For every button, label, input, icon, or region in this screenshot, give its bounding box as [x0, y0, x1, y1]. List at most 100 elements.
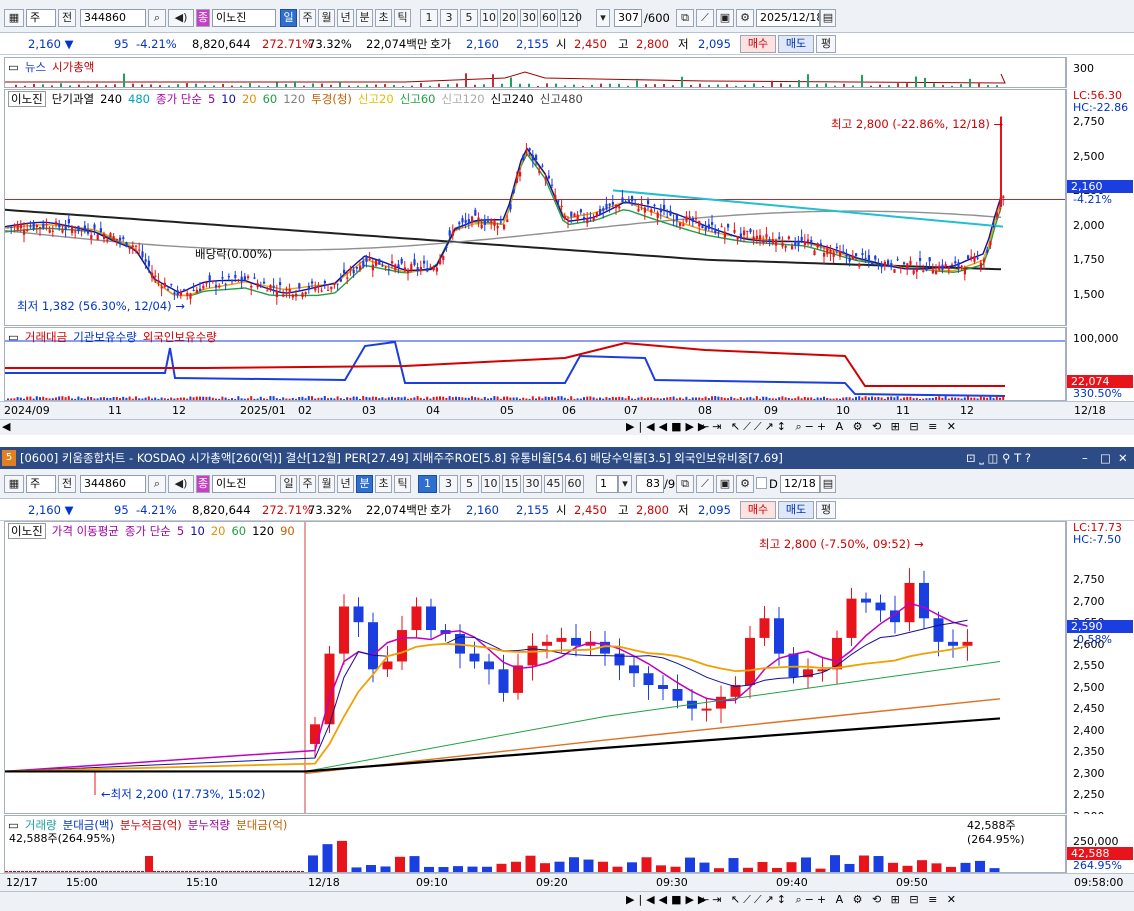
period-tab-2[interactable]: 월	[318, 9, 335, 27]
dropdown-icon[interactable]: ▾	[618, 475, 632, 493]
dropdown-icon[interactable]: ▾	[596, 9, 610, 27]
period-tab-2[interactable]: 월	[318, 475, 335, 493]
volume-bar	[288, 398, 291, 400]
interval-button-4[interactable]: 20	[500, 9, 518, 27]
drawing-tools-icon[interactable]: ⇤⇥ ↖⟋⟋↗↕ ⌕−+ A ⚙ ⟲ ⊞ ⊟ ≡ ✕	[700, 420, 959, 434]
volume-bar	[786, 862, 797, 872]
buy-button[interactable]: 매수	[740, 35, 776, 53]
market-select[interactable]: 주	[26, 9, 56, 27]
stock-code-input[interactable]: 344860	[80, 475, 146, 493]
chart-icon[interactable]: ▦	[4, 9, 24, 27]
settings-icon[interactable]: ⚙	[736, 475, 754, 493]
period-tab-3[interactable]: 년	[337, 9, 354, 27]
period-tab-3[interactable]: 년	[337, 475, 354, 493]
candle-type-icon[interactable]: ⧉	[676, 9, 694, 27]
sell-button[interactable]: 매도	[778, 35, 814, 53]
period-tab-0[interactable]: 일	[280, 9, 297, 27]
close-icon[interactable]: ✕	[1118, 447, 1128, 469]
interval-button-4[interactable]: 15	[502, 475, 521, 493]
save-icon[interactable]: ▣	[716, 9, 734, 27]
stock-name-field[interactable]: 이노진	[212, 475, 276, 493]
market-select[interactable]: 주	[26, 475, 56, 493]
evaluate-button[interactable]: 평	[816, 501, 836, 519]
period-tab-6[interactable]: 틱	[394, 475, 411, 493]
data-count-input[interactable]: 83	[636, 475, 664, 493]
period-tab-1[interactable]: 주	[299, 9, 316, 27]
interval-button-6[interactable]: 45	[544, 475, 563, 493]
nav-controls[interactable]: ▶|◀◀■▶▶	[626, 420, 710, 433]
board-button[interactable]: 전	[58, 9, 76, 27]
interval-button-3[interactable]: 10	[481, 475, 500, 493]
period-tab-0[interactable]: 일	[280, 475, 297, 493]
period-tab-6[interactable]: 틱	[394, 9, 411, 27]
settings-icon[interactable]: ⚙	[736, 9, 754, 27]
candle-body	[538, 170, 541, 173]
data-count-input[interactable]: 307	[614, 9, 642, 27]
stock-name-field[interactable]: 이노진	[212, 9, 276, 27]
scroll-left-icon[interactable]: ◀	[2, 420, 10, 433]
sell-button[interactable]: 매도	[778, 501, 814, 519]
interval-button-5[interactable]: 30	[523, 475, 542, 493]
unit-input[interactable]: 1	[596, 475, 618, 493]
draw-tool-icon[interactable]: ⟋	[696, 475, 714, 493]
volume-bar	[728, 858, 739, 872]
volume-bar	[135, 396, 137, 400]
speaker-icon[interactable]: ◀)	[168, 475, 194, 493]
buy-button[interactable]: 매수	[740, 501, 776, 519]
price-axis-tick: 2,750	[1073, 573, 1105, 586]
interval-button-0[interactable]: 1	[420, 9, 438, 27]
draw-tool-icon[interactable]: ⟋	[696, 9, 714, 27]
date-checkbox[interactable]	[756, 477, 767, 489]
interval-button-1[interactable]: 3	[440, 9, 458, 27]
period-tab-5[interactable]: 초	[375, 475, 392, 493]
period-tab-4[interactable]: 분	[356, 475, 373, 493]
holdings-axis-label: 100,000	[1073, 332, 1119, 345]
news-bar	[528, 83, 530, 87]
maximize-icon[interactable]: □	[1100, 447, 1111, 469]
calendar-icon[interactable]: ▤	[820, 9, 836, 27]
interval-button-3[interactable]: 10	[480, 9, 498, 27]
window-tools-icon[interactable]: ⊡ ⎵ ◫ ⚲ T ?	[966, 447, 1031, 469]
calendar-icon[interactable]: ▤	[820, 475, 836, 493]
candle-body	[71, 227, 74, 234]
chart-icon[interactable]: ▦	[4, 475, 24, 493]
evaluate-button[interactable]: 평	[816, 35, 836, 53]
stock-code-input[interactable]: 344860	[80, 9, 146, 27]
candle-body	[160, 286, 163, 289]
search-icon[interactable]: ⌕	[148, 9, 166, 27]
board-button[interactable]: 전	[58, 475, 76, 493]
volume-bar	[266, 398, 269, 400]
window-title: [0600] 키움종합차트 - KOSDAQ 시가총액[260(억)] 결산[1…	[20, 451, 783, 465]
candle-body	[224, 283, 227, 285]
minimize-icon[interactable]: –	[1082, 447, 1088, 469]
news-bar	[591, 84, 593, 87]
interval-button-0[interactable]: 1	[418, 475, 437, 493]
volume-bar	[540, 863, 550, 872]
minute-scroll-bar[interactable]: ▶|◀◀■▶▶ ⇤⇥ ↖⟋⟋↗↕ ⌕−+ A ⚙ ⟲ ⊞ ⊟ ≡ ✕	[0, 891, 1134, 911]
speaker-icon[interactable]: ◀)	[168, 9, 194, 27]
candle-body	[672, 688, 683, 701]
date-input[interactable]: 2025/12/18	[756, 9, 820, 27]
interval-button-6[interactable]: 60	[540, 9, 558, 27]
nav-controls[interactable]: ▶|◀◀■▶▶	[626, 893, 710, 906]
volume-bar	[752, 398, 755, 400]
period-tab-1[interactable]: 주	[299, 475, 316, 493]
period-tab-5[interactable]: 초	[375, 9, 392, 27]
daily-scroll-bar[interactable]: ◀ ▶|◀◀■▶▶ ⇤⇥ ↖⟋⟋↗↕ ⌕−+ A ⚙ ⟲ ⊞ ⊟ ≡ ✕	[0, 419, 1134, 435]
interval-button-2[interactable]: 5	[460, 475, 479, 493]
interval-button-1[interactable]: 3	[439, 475, 458, 493]
drawing-tools-icon[interactable]: ⇤⇥ ↖⟋⟋↗↕ ⌕−+ A ⚙ ⟲ ⊞ ⊟ ≡ ✕	[700, 893, 959, 907]
interval-button-7[interactable]: 60	[565, 475, 584, 493]
candle-body	[509, 204, 512, 210]
interval-button-2[interactable]: 5	[460, 9, 478, 27]
date-input[interactable]: 12/18	[780, 475, 820, 493]
volume-bar	[576, 398, 579, 400]
candle-body	[464, 219, 467, 223]
candle-type-icon[interactable]: ⧉	[676, 475, 694, 493]
period-tab-4[interactable]: 분	[356, 9, 373, 27]
interval-button-7[interactable]: 120	[560, 9, 582, 27]
save-icon[interactable]: ▣	[716, 475, 734, 493]
volume-bar	[551, 396, 553, 400]
search-icon[interactable]: ⌕	[148, 475, 166, 493]
interval-button-5[interactable]: 30	[520, 9, 538, 27]
